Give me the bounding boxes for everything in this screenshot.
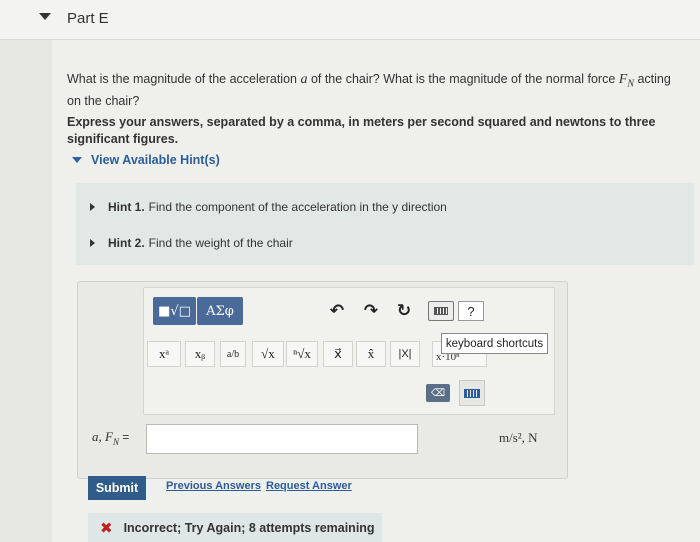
- nth-root-button[interactable]: ⁿ√x: [286, 341, 318, 367]
- keyboard-shortcuts-button[interactable]: [428, 301, 454, 321]
- delete-button[interactable]: ⌫: [426, 384, 450, 402]
- submit-button[interactable]: Submit: [88, 476, 146, 500]
- hint-number: Hint 2.: [108, 236, 145, 250]
- view-hints-toggle[interactable]: View Available Hint(s): [72, 153, 220, 167]
- view-hints-label: View Available Hint(s): [91, 153, 220, 167]
- triangle-right-icon: [90, 239, 95, 247]
- scientific-notation-label: x·10ⁿ: [436, 353, 460, 363]
- question-text: What is the magnitude of the acceleratio…: [67, 72, 671, 108]
- vector-button[interactable]: x⃗: [323, 341, 353, 367]
- absolute-value-button[interactable]: |X|: [390, 341, 420, 367]
- subscript-button[interactable]: xᵦ: [185, 341, 215, 367]
- greek-symbols-button[interactable]: ΑΣφ: [197, 297, 243, 325]
- hint-number: Hint 1.: [108, 200, 145, 214]
- fraction-button[interactable]: a/b: [220, 341, 246, 367]
- feedback-banner: ✖ Incorrect; Try Again; 8 attempts remai…: [88, 513, 382, 542]
- sqrt-button[interactable]: √x: [252, 341, 284, 367]
- triangle-down-icon: [72, 157, 82, 163]
- answer-input[interactable]: [146, 424, 418, 454]
- keyboard-icon: [464, 388, 480, 398]
- feedback-text: Incorrect; Try Again; 8 attempts remaini…: [123, 520, 375, 535]
- hint-text: Find the component of the acceleration i…: [148, 200, 447, 214]
- keyboard-shortcuts-tooltip: keyboard shortcuts: [441, 333, 548, 354]
- hint-text: Find the weight of the chair: [148, 236, 293, 250]
- incorrect-x-icon: ✖: [100, 518, 113, 537]
- previous-answers-link[interactable]: Previous Answers: [166, 480, 261, 492]
- collapse-arrow-icon[interactable]: [39, 13, 51, 20]
- hint-2[interactable]: Hint 2. Find the weight of the chair: [90, 236, 293, 250]
- units-label: m/s², N: [499, 430, 538, 445]
- triangle-right-icon: [90, 203, 95, 211]
- templates-button[interactable]: ■√□: [153, 297, 196, 325]
- hints-box: [76, 183, 694, 265]
- power-button[interactable]: xᵃ: [147, 341, 181, 367]
- redo-icon[interactable]: ↷: [360, 300, 382, 322]
- undo-icon[interactable]: ↶: [326, 300, 348, 322]
- delete-icon: ⌫: [430, 387, 446, 399]
- keyboard-icon: [434, 307, 448, 315]
- help-button[interactable]: ?: [458, 301, 484, 321]
- instruction-text: Express your answers, separated by a com…: [67, 115, 656, 146]
- hat-button[interactable]: x̂: [356, 341, 386, 367]
- keyboard-button[interactable]: [459, 380, 485, 406]
- hint-1[interactable]: Hint 1. Find the component of the accele…: [90, 200, 447, 214]
- answer-variable-label: a, FN =: [92, 429, 130, 447]
- part-header[interactable]: Part E: [0, 0, 700, 40]
- request-answer-link[interactable]: Request Answer: [266, 480, 352, 492]
- part-title: Part E: [67, 10, 109, 27]
- reset-icon[interactable]: ↻: [393, 300, 415, 322]
